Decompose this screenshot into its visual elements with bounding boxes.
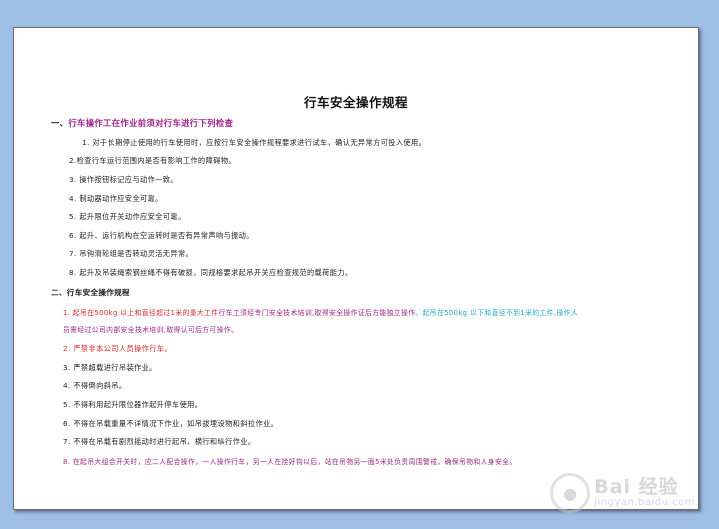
section1-item: 3. 操作按钮标记应与动作一致。 [69, 175, 178, 184]
section1-item: 5. 起升限位开关动作应安全可靠。 [69, 212, 186, 221]
section1-item: 2.检查行车运行范围内是否有影响工作的障碍物。 [69, 156, 236, 165]
section1-heading-num: 一、 [51, 118, 69, 128]
section1-heading-text: 行车操作工在作业前须对行车进行下列检查 [68, 118, 234, 128]
section1-item: 8. 起升及吊装绳索钢丝绳不得有破损，同规格要求起吊开关应检查规范的载荷能力。 [69, 268, 353, 277]
section2-item: 8. 在起吊大组合开关时，应二人配合操作，一人操作行车，另一人在拴好钩以后，站在… [63, 458, 517, 466]
watermark-main: Bai 经验 [594, 475, 679, 498]
section2-item: 6. 不得在吊载重量不详情况下作业，如吊拔埋设物和斜拉作业。 [63, 419, 279, 428]
section1-item: 1. 对于长期停止使用的行车使用时，应按行车安全操作规程要求进行试车，确认无异常… [82, 138, 427, 147]
watermark-sub: jingyan.baidu.com [594, 496, 695, 508]
section2-item1-magenta: 行车工须经专门安全技术培训,取得安全操作证后方能独立操作 [218, 309, 416, 317]
section2-item: 7. 不得在吊载有剧烈摇动时进行起吊、横行和纵行作业。 [63, 437, 256, 446]
watermark-logo: ● Bai 经验 jingyan.baidu.com [550, 473, 695, 513]
section2-item: 5. 不得利用起升限位器作起升停车使用。 [63, 400, 203, 409]
section2-item: 2. 严禁非本公司人员操作行车。 [63, 344, 172, 353]
section2-heading: 二、行车安全操作规程 [51, 287, 130, 298]
document-title: 行车安全操作规程 [303, 95, 408, 110]
section2-item1-line2: 员需经过公司内部安全技术培训,取得认可后方可操作。 [63, 326, 239, 334]
section2-heading-text: 行车安全操作规程 [66, 288, 130, 297]
paw-icon: ● [550, 473, 591, 513]
section2-item1: 1. 起吊在500kg 以上和直径超过1米的重大工件行车工须经专门安全技术培训,… [63, 307, 578, 317]
section2-item: 3. 严禁超载进行吊装作业。 [63, 363, 157, 372]
document-page: 行车安全操作规程 一、行车操作工在作业前须对行车进行下列检查 1. 对于长期停止… [13, 27, 699, 510]
section1-item: 7. 吊钩滑轮组是否转动灵活无异常。 [69, 249, 194, 258]
section1-heading: 一、行车操作工在作业前须对行车进行下列检查 [51, 117, 233, 129]
section2-item1-red: 1. 起吊在500kg 以上和直径超过1米的重大工件 [63, 309, 219, 317]
section1-item: 6. 起升、运行机构在空运转时是否有异常声响与振动。 [69, 231, 254, 240]
section2-item: 4. 不得倒向斜吊。 [63, 381, 127, 390]
section2-heading-num: 二、 [51, 288, 67, 297]
section2-item1-cyan: 。起吊在500kg 以下和直径不到1米的工件,操作人 [415, 309, 579, 317]
section1-item: 4. 制动器动作应安全可靠。 [69, 194, 163, 203]
